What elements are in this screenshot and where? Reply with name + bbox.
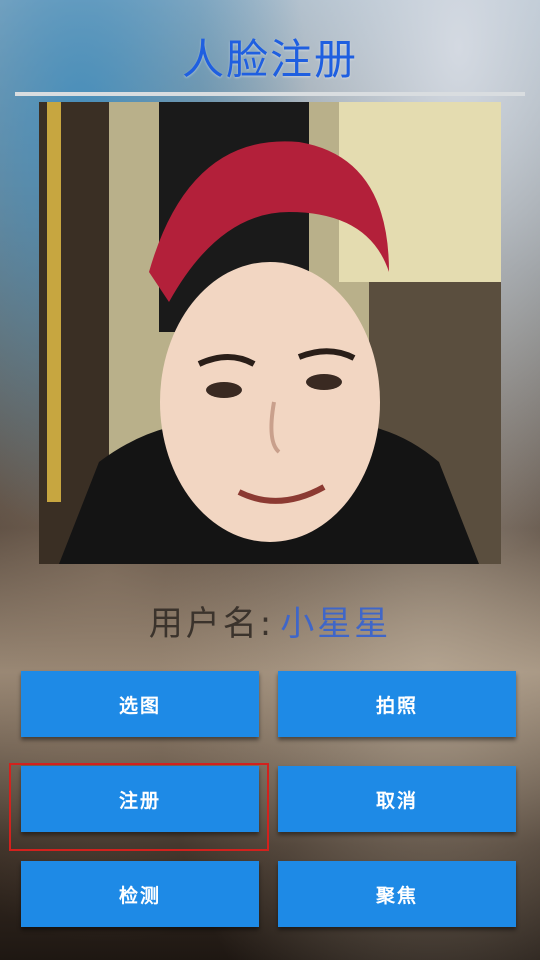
- face-photo-illustration: [39, 102, 501, 564]
- take-photo-button[interactable]: 拍照: [278, 671, 516, 737]
- title-divider: [15, 92, 525, 96]
- cancel-button[interactable]: 取消: [278, 766, 516, 832]
- detect-button[interactable]: 检测: [21, 861, 259, 927]
- username-label: 用户名:: [148, 604, 275, 644]
- username-row: 用户名: 小星星: [0, 596, 540, 645]
- focus-button[interactable]: 聚焦: [278, 861, 516, 927]
- page-title: 人脸注册: [181, 35, 358, 84]
- register-button[interactable]: 注册: [21, 766, 259, 832]
- select-image-button[interactable]: 选图: [21, 671, 259, 737]
- username-value: 小星星: [280, 604, 392, 644]
- face-photo: [39, 102, 501, 564]
